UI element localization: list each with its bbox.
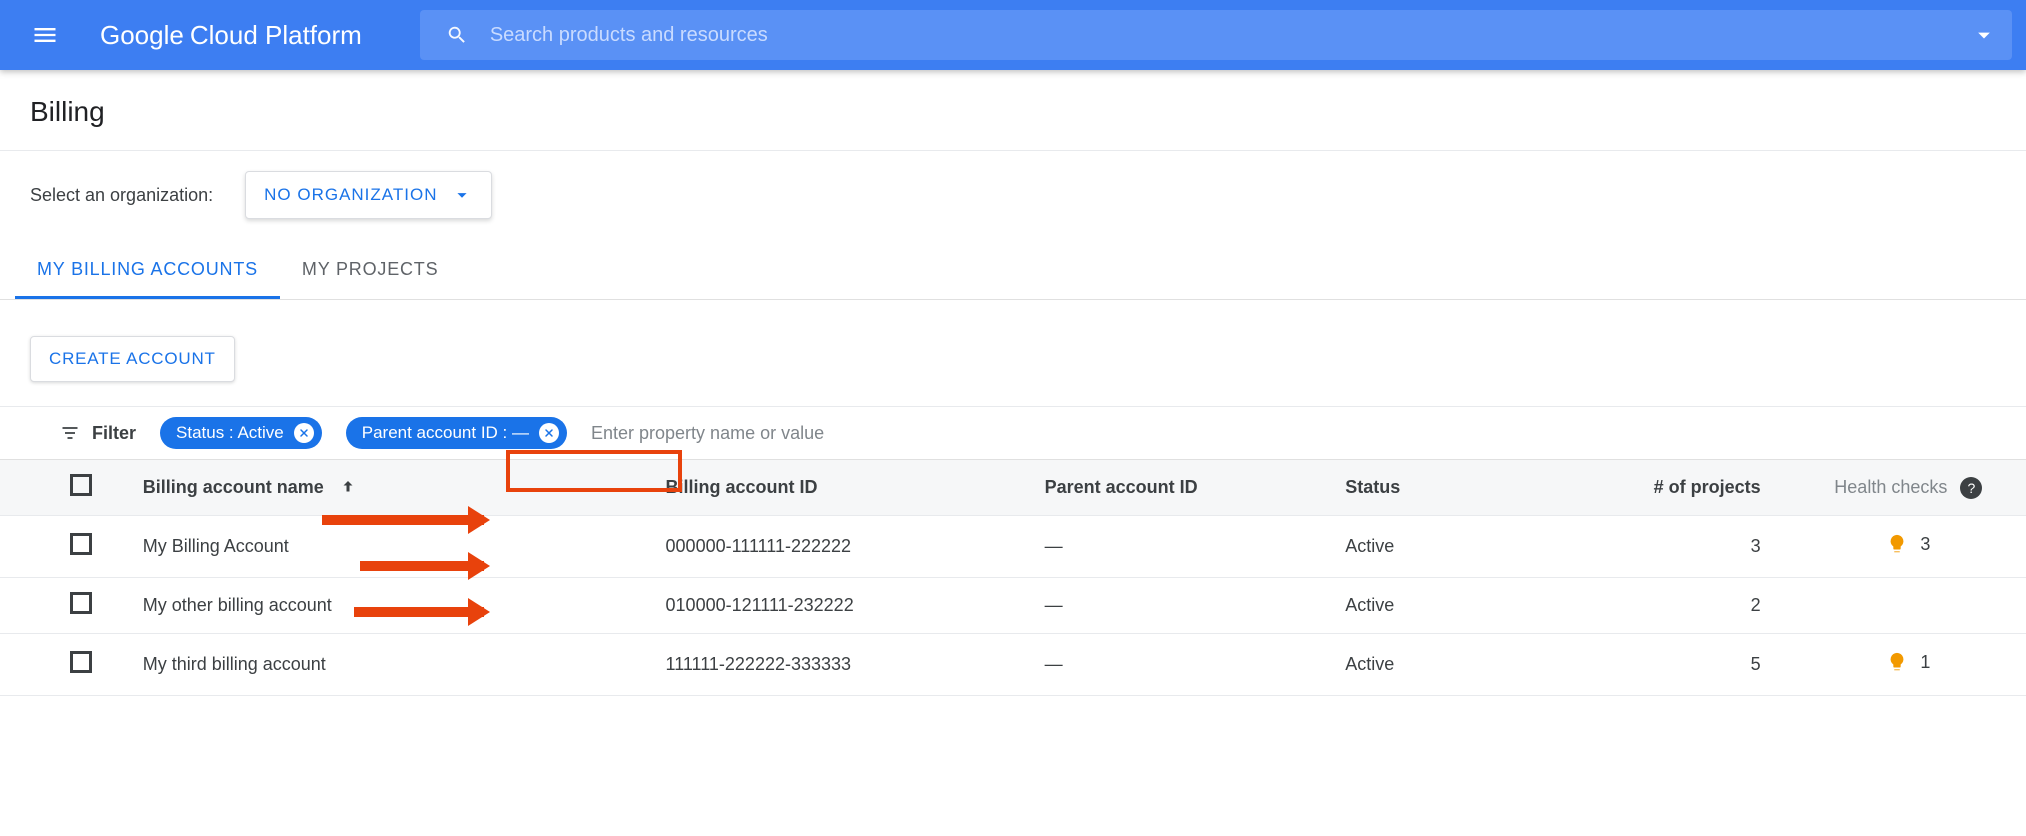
logo-cloud-platform: Cloud Platform	[190, 20, 362, 51]
filter-chip-status[interactable]: Status : Active	[160, 417, 322, 449]
account-name-link[interactable]: My third billing account	[143, 654, 326, 674]
dropdown-caret-icon	[451, 184, 473, 206]
org-selector-value: NO ORGANIZATION	[264, 185, 437, 205]
row-checkbox[interactable]	[70, 651, 92, 673]
col-health-checks[interactable]: Health checks ?	[1791, 460, 2026, 516]
account-id: 000000-111111-222222	[666, 536, 852, 556]
search-expand-icon[interactable]	[1970, 21, 1998, 49]
filter-label[interactable]: Filter	[60, 423, 136, 444]
tab-bar: MY BILLING ACCOUNTS MY PROJECTS	[0, 245, 2026, 300]
table-row: My third billing account 111111-222222-3…	[0, 634, 2026, 696]
project-count: 3	[1751, 536, 1761, 556]
parent-account-id: —	[1045, 654, 1063, 674]
help-icon[interactable]: ?	[1960, 477, 1982, 499]
col-account-id[interactable]: Billing account ID	[654, 460, 1033, 516]
col-parent-id[interactable]: Parent account ID	[1033, 460, 1334, 516]
lightbulb-icon	[1886, 530, 1908, 558]
search-box[interactable]	[420, 10, 2012, 60]
org-selector-label: Select an organization:	[30, 185, 213, 206]
search-input[interactable]	[468, 24, 1970, 47]
logo-google: Google	[100, 20, 184, 51]
billing-accounts-table: Billing account name Billing account ID …	[0, 460, 2026, 696]
parent-account-id: —	[1045, 595, 1063, 615]
tab-billing-accounts[interactable]: MY BILLING ACCOUNTS	[15, 245, 280, 299]
filter-chip-parent[interactable]: Parent account ID : —	[346, 417, 567, 449]
project-count: 2	[1751, 595, 1761, 615]
row-checkbox[interactable]	[70, 533, 92, 555]
filter-bar: Filter Status : Active Parent account ID…	[0, 406, 2026, 460]
table-row: My other billing account 010000-121111-2…	[0, 578, 2026, 634]
filter-input[interactable]	[591, 423, 1990, 444]
health-check-indicator[interactable]: 1	[1886, 648, 1930, 676]
health-check-indicator[interactable]: 3	[1886, 530, 1930, 558]
table-row: My Billing Account 000000-111111-222222 …	[0, 516, 2026, 578]
hamburger-icon	[31, 21, 59, 49]
sort-asc-icon	[339, 478, 357, 496]
account-name-link[interactable]: My Billing Account	[143, 536, 289, 556]
app-bar: Google Cloud Platform	[0, 0, 2026, 70]
account-id: 111111-222222-333333	[666, 654, 852, 674]
col-projects[interactable]: # of projects	[1582, 460, 1791, 516]
account-status: Active	[1345, 654, 1394, 674]
chip-remove-icon[interactable]	[539, 423, 559, 443]
col-status[interactable]: Status	[1333, 460, 1581, 516]
gcp-logo[interactable]: Google Cloud Platform	[100, 20, 362, 51]
org-selector-dropdown[interactable]: NO ORGANIZATION	[245, 171, 492, 219]
account-id: 010000-121111-232222	[666, 595, 854, 615]
lightbulb-icon	[1886, 648, 1908, 676]
page-title: Billing	[30, 96, 1996, 128]
row-checkbox[interactable]	[70, 592, 92, 614]
table-header-row: Billing account name Billing account ID …	[0, 460, 2026, 516]
account-status: Active	[1345, 595, 1394, 615]
search-icon	[446, 24, 468, 46]
create-account-button[interactable]: CREATE ACCOUNT	[30, 336, 235, 382]
chip-remove-icon[interactable]	[294, 423, 314, 443]
parent-account-id: —	[1045, 536, 1063, 556]
select-all-checkbox[interactable]	[70, 474, 92, 496]
tab-my-projects[interactable]: MY PROJECTS	[280, 245, 461, 299]
col-account-name[interactable]: Billing account name	[131, 460, 654, 516]
nav-menu-button[interactable]	[22, 12, 68, 58]
project-count: 5	[1751, 654, 1761, 674]
account-name-link[interactable]: My other billing account	[143, 595, 332, 615]
account-status: Active	[1345, 536, 1394, 556]
filter-icon	[60, 423, 80, 443]
